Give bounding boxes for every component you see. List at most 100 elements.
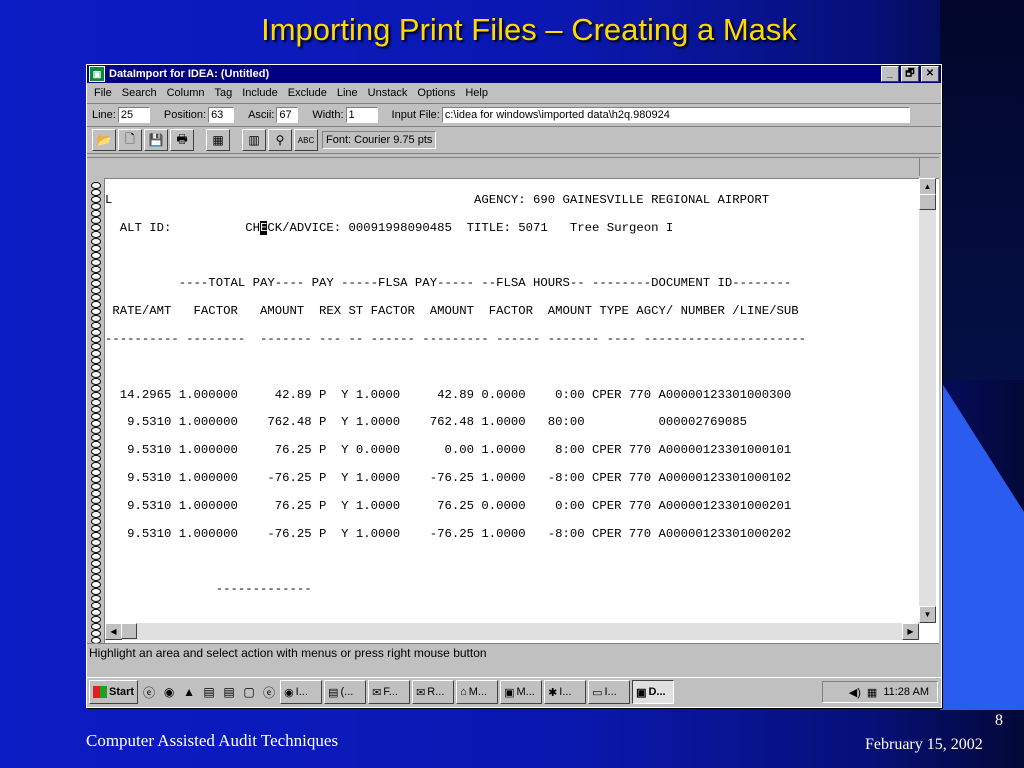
line-marker[interactable]: [91, 315, 101, 322]
printer-icon[interactable]: ▤: [200, 683, 218, 701]
line-marker[interactable]: [91, 616, 101, 623]
line-marker[interactable]: [91, 294, 101, 301]
menu-tag[interactable]: Tag: [210, 87, 238, 99]
document-line[interactable]: ---------- -------- ------- --- -- -----…: [105, 332, 806, 346]
new-document-icon[interactable]: 🗋: [118, 129, 142, 151]
scroll-right-icon[interactable]: ▶: [902, 623, 919, 640]
line-marker[interactable]: [91, 511, 101, 518]
scroll-left-icon[interactable]: ◀: [105, 623, 122, 640]
vertical-scrollbar[interactable]: ▲ ▼: [919, 178, 936, 623]
document-line[interactable]: 9.5310 1.000000 762.48 P Y 1.0000 762.48…: [105, 415, 747, 429]
menu-help[interactable]: Help: [460, 87, 493, 99]
task-button-dataimport[interactable]: ▣ D...: [632, 680, 675, 704]
document-area[interactable]: L AGENCY: 690 GAINESVILLE REGIONAL AIRPO…: [87, 157, 939, 644]
document-icon[interactable]: ▢: [240, 683, 258, 701]
horizontal-scrollbar[interactable]: ◀ ▶: [105, 623, 919, 640]
close-button[interactable]: ✕: [921, 66, 939, 82]
task-button-4[interactable]: ✉ R...: [412, 680, 455, 704]
document-line[interactable]: ALT ID: CHECK/ADVICE: 00091998090485 TIT…: [105, 220, 673, 235]
document-line[interactable]: 9.5310 1.000000 -76.25 P Y 1.0000 -76.25…: [105, 471, 791, 485]
task-button-5[interactable]: ⌂ M...: [456, 680, 499, 704]
line-marker[interactable]: [91, 322, 101, 329]
line-marker[interactable]: [91, 553, 101, 560]
line-marker[interactable]: [91, 287, 101, 294]
printer2-icon[interactable]: ▤: [220, 683, 238, 701]
line-marker[interactable]: [91, 567, 101, 574]
line-marker[interactable]: [91, 259, 101, 266]
column-ruler[interactable]: [87, 158, 939, 179]
binoculars-icon[interactable]: ⚲: [268, 129, 292, 151]
print-icon[interactable]: 🖶: [170, 129, 194, 151]
line-marker[interactable]: [91, 455, 101, 462]
line-marker[interactable]: [91, 483, 101, 490]
document-line[interactable]: -------------: [105, 582, 312, 596]
line-marker[interactable]: [91, 392, 101, 399]
task-button-3[interactable]: ✉ F...: [368, 680, 411, 704]
app-quicklaunch-icon[interactable]: ◉: [160, 683, 178, 701]
task-button-6[interactable]: ▣ M...: [500, 680, 543, 704]
line-marker[interactable]: [91, 203, 101, 210]
line-marker[interactable]: [91, 196, 101, 203]
menu-unstack[interactable]: Unstack: [363, 87, 413, 99]
font-abc-icon[interactable]: ABC: [294, 129, 318, 151]
document-line[interactable]: 9.5310 1.000000 76.25 P Y 1.0000 76.25 0…: [105, 499, 791, 513]
line-marker[interactable]: [91, 266, 101, 273]
menu-line[interactable]: Line: [332, 87, 363, 99]
line-marker[interactable]: [91, 399, 101, 406]
line-marker[interactable]: [91, 609, 101, 616]
line-marker[interactable]: [91, 329, 101, 336]
line-marker[interactable]: [91, 224, 101, 231]
line-marker[interactable]: [91, 378, 101, 385]
line-marker[interactable]: [91, 441, 101, 448]
line-marker[interactable]: [91, 231, 101, 238]
line-marker[interactable]: [91, 252, 101, 259]
line-marker[interactable]: [91, 588, 101, 595]
document-line[interactable]: 9.5310 1.000000 -76.25 P Y 1.0000 -76.25…: [105, 527, 791, 541]
line-marker[interactable]: [91, 238, 101, 245]
start-button[interactable]: Start: [89, 680, 139, 704]
line-marker[interactable]: [91, 301, 101, 308]
line-marker[interactable]: [91, 546, 101, 553]
task-button-1[interactable]: ◉ I...: [280, 680, 323, 704]
clock[interactable]: 11:28 AM: [883, 686, 929, 698]
line-marker[interactable]: [91, 448, 101, 455]
line-marker[interactable]: [91, 602, 101, 609]
document-line[interactable]: L AGENCY: 690 GAINESVILLE REGIONAL AIRPO…: [105, 193, 769, 207]
document-line[interactable]: 14.2965 1.000000 42.89 P Y 1.0000 42.89 …: [105, 388, 792, 402]
line-marker[interactable]: [91, 427, 101, 434]
task-button-7[interactable]: ✱ I...: [544, 680, 587, 704]
task-button-8[interactable]: ▭ I...: [588, 680, 631, 704]
line-marker[interactable]: [91, 371, 101, 378]
line-marker[interactable]: [91, 189, 101, 196]
network-icon[interactable]: ▲: [180, 683, 198, 701]
scroll-up-icon[interactable]: ▲: [919, 178, 936, 195]
line-marker-column[interactable]: [87, 178, 105, 644]
import-grid-icon[interactable]: ▦: [206, 129, 230, 151]
maximize-button[interactable]: 🗗: [901, 66, 919, 82]
scroll-down-icon[interactable]: ▼: [919, 606, 936, 623]
menu-options[interactable]: Options: [412, 87, 460, 99]
line-marker[interactable]: [91, 560, 101, 567]
document-line[interactable]: RATE/AMT FACTOR AMOUNT REX ST FACTOR AMO…: [105, 304, 798, 318]
document-line[interactable]: ----TOTAL PAY---- PAY -----FLSA PAY-----…: [105, 276, 792, 290]
task-button-2[interactable]: ▤ (...: [324, 680, 367, 704]
line-marker[interactable]: [91, 350, 101, 357]
save-icon[interactable]: 💾: [144, 129, 168, 151]
line-marker[interactable]: [91, 406, 101, 413]
document-line[interactable]: 9.5310 1.000000 76.25 P Y 0.0000 0.00 1.…: [105, 443, 791, 457]
horizontal-scroll-thumb[interactable]: [121, 623, 137, 639]
menu-search[interactable]: Search: [117, 87, 162, 99]
line-marker[interactable]: [91, 364, 101, 371]
line-marker[interactable]: [91, 413, 101, 420]
line-marker[interactable]: [91, 574, 101, 581]
minimize-button[interactable]: _: [881, 66, 899, 82]
open-folder-icon[interactable]: 📂: [92, 129, 116, 151]
line-marker[interactable]: [91, 630, 101, 637]
line-marker[interactable]: [91, 469, 101, 476]
line-marker[interactable]: [91, 525, 101, 532]
line-marker[interactable]: [91, 504, 101, 511]
line-marker[interactable]: [91, 434, 101, 441]
columns-icon[interactable]: ▥: [242, 129, 266, 151]
line-marker[interactable]: [91, 308, 101, 315]
vertical-scroll-thumb[interactable]: [919, 194, 936, 210]
